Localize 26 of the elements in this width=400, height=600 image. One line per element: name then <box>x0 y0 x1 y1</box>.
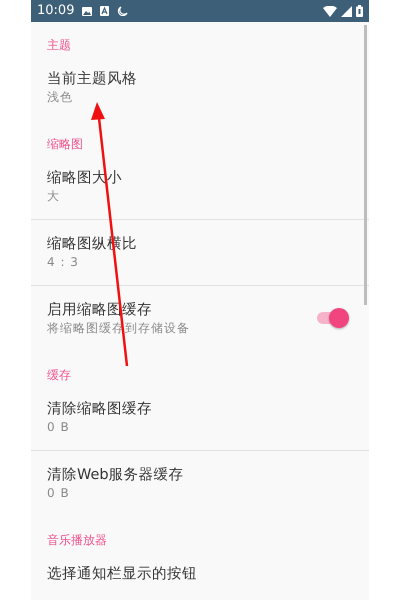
settings-item[interactable]: 清除Web服务器缓存 0 B <box>31 451 369 517</box>
section-header: 缓存 <box>47 368 71 382</box>
item-summary: 4 : 3 <box>47 254 79 270</box>
item-summary: 大 <box>47 188 60 204</box>
scrollbar[interactable] <box>364 25 367 305</box>
settings-item[interactable]: 当前主题风格 浅色 <box>31 55 369 121</box>
item-title: 清除Web服务器缓存 <box>47 466 184 485</box>
item-summary: 浅色 <box>47 89 73 105</box>
toggle-switch[interactable] <box>315 308 349 328</box>
section-header: 音乐播放器 <box>47 533 107 547</box>
settings-item[interactable]: 清除缩略图缓存 0 B <box>31 385 369 451</box>
letter-icon <box>100 6 110 16</box>
section-header: 缩略图 <box>47 137 83 151</box>
item-title: 当前主题风格 <box>47 70 137 89</box>
item-title: 选择通知栏显示的按钮 <box>47 565 197 584</box>
moon-icon <box>117 6 128 16</box>
image-icon <box>82 6 92 16</box>
signal-icon <box>341 6 352 16</box>
item-summary: 0 B <box>47 485 70 501</box>
wifi-icon <box>323 6 337 16</box>
section-header: 主题 <box>47 38 71 52</box>
settings-item[interactable]: 选择通知栏显示的按钮 <box>31 550 369 600</box>
battery-icon <box>356 5 363 17</box>
status-time: 10:09 <box>37 2 74 20</box>
item-summary: 0 B <box>47 419 70 435</box>
item-title: 清除缩略图缓存 <box>47 400 152 419</box>
